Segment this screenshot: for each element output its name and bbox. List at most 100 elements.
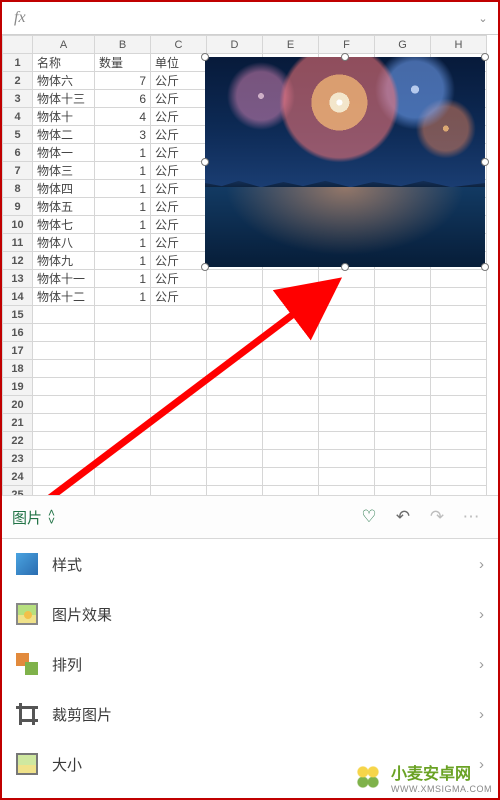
cell[interactable] xyxy=(375,432,431,450)
cell[interactable] xyxy=(33,396,95,414)
cell[interactable] xyxy=(207,396,263,414)
cell[interactable] xyxy=(431,342,487,360)
cell[interactable] xyxy=(431,414,487,432)
cell[interactable]: 6 xyxy=(95,90,151,108)
cell[interactable] xyxy=(207,342,263,360)
cell[interactable] xyxy=(431,468,487,486)
row-header[interactable]: 22 xyxy=(3,432,33,450)
cell[interactable] xyxy=(33,486,95,496)
cell[interactable]: 7 xyxy=(95,72,151,90)
cell[interactable] xyxy=(95,324,151,342)
formula-input[interactable] xyxy=(32,6,474,30)
row-header[interactable]: 6 xyxy=(3,144,33,162)
cell[interactable] xyxy=(207,414,263,432)
cell[interactable]: 1 xyxy=(95,198,151,216)
cell[interactable] xyxy=(375,414,431,432)
cell[interactable] xyxy=(151,396,207,414)
cell[interactable] xyxy=(95,360,151,378)
cell[interactable] xyxy=(151,432,207,450)
table-row[interactable]: 16 xyxy=(3,324,487,342)
cell[interactable]: 物体十三 xyxy=(33,90,95,108)
cell[interactable] xyxy=(375,270,431,288)
row-header[interactable]: 23 xyxy=(3,450,33,468)
ribbon-context-tab[interactable]: 图片 xyxy=(12,507,42,528)
cell[interactable] xyxy=(33,342,95,360)
cell[interactable]: 物体一 xyxy=(33,144,95,162)
cell[interactable]: 1 xyxy=(95,288,151,306)
row-header[interactable]: 25 xyxy=(3,486,33,496)
cell[interactable] xyxy=(207,468,263,486)
resize-handle-tr[interactable] xyxy=(481,53,489,61)
cell[interactable] xyxy=(33,360,95,378)
row-header[interactable]: 19 xyxy=(3,378,33,396)
cell[interactable] xyxy=(263,288,319,306)
cell[interactable] xyxy=(263,270,319,288)
row-header[interactable]: 15 xyxy=(3,306,33,324)
cell[interactable]: 公斤 xyxy=(151,216,207,234)
row-header[interactable]: 16 xyxy=(3,324,33,342)
cell[interactable]: 公斤 xyxy=(151,90,207,108)
cell[interactable] xyxy=(151,342,207,360)
embedded-picture[interactable] xyxy=(205,57,485,267)
cell[interactable]: 1 xyxy=(95,270,151,288)
cell[interactable] xyxy=(375,306,431,324)
cell[interactable] xyxy=(95,414,151,432)
table-row[interactable]: 25 xyxy=(3,486,487,496)
table-row[interactable]: 21 xyxy=(3,414,487,432)
cell[interactable]: 物体四 xyxy=(33,180,95,198)
row-header[interactable]: 13 xyxy=(3,270,33,288)
cell[interactable] xyxy=(319,378,375,396)
cell[interactable] xyxy=(151,414,207,432)
row-header[interactable]: 2 xyxy=(3,72,33,90)
redo-icon[interactable]: ↷ xyxy=(420,507,454,527)
row-header[interactable]: 7 xyxy=(3,162,33,180)
cell[interactable]: 公斤 xyxy=(151,126,207,144)
cell[interactable] xyxy=(319,468,375,486)
cell[interactable] xyxy=(375,378,431,396)
cell[interactable] xyxy=(375,342,431,360)
cell[interactable]: 公斤 xyxy=(151,252,207,270)
cell[interactable] xyxy=(431,378,487,396)
cell[interactable]: 3 xyxy=(95,126,151,144)
row-header[interactable]: 14 xyxy=(3,288,33,306)
cell[interactable] xyxy=(431,450,487,468)
cell[interactable] xyxy=(207,360,263,378)
cell[interactable] xyxy=(375,486,431,496)
cell[interactable] xyxy=(95,306,151,324)
cell[interactable] xyxy=(207,306,263,324)
cell[interactable] xyxy=(33,432,95,450)
cell[interactable]: 公斤 xyxy=(151,180,207,198)
cell[interactable]: 物体三 xyxy=(33,162,95,180)
cell[interactable]: 4 xyxy=(95,108,151,126)
cell[interactable]: 公斤 xyxy=(151,72,207,90)
cell[interactable] xyxy=(95,468,151,486)
cell[interactable] xyxy=(33,306,95,324)
cell[interactable] xyxy=(95,378,151,396)
cell[interactable]: 公斤 xyxy=(151,234,207,252)
cell[interactable] xyxy=(263,486,319,496)
cell[interactable]: 物体九 xyxy=(33,252,95,270)
cell[interactable] xyxy=(431,396,487,414)
formula-expand-icon[interactable]: ⌄ xyxy=(474,12,492,25)
cell[interactable]: 1 xyxy=(95,180,151,198)
cell[interactable] xyxy=(319,432,375,450)
cell[interactable] xyxy=(151,360,207,378)
cell[interactable] xyxy=(375,288,431,306)
cell[interactable] xyxy=(319,342,375,360)
col-header[interactable]: E xyxy=(263,36,319,54)
cell[interactable] xyxy=(151,450,207,468)
table-row[interactable]: 19 xyxy=(3,378,487,396)
cell[interactable] xyxy=(151,378,207,396)
cell[interactable]: 物体二 xyxy=(33,126,95,144)
cell[interactable] xyxy=(431,486,487,496)
cell[interactable] xyxy=(207,486,263,496)
cell[interactable]: 物体五 xyxy=(33,198,95,216)
cell[interactable]: 公斤 xyxy=(151,144,207,162)
cell[interactable]: 物体十二 xyxy=(33,288,95,306)
table-row[interactable]: 15 xyxy=(3,306,487,324)
row-header[interactable]: 18 xyxy=(3,360,33,378)
cell[interactable] xyxy=(33,414,95,432)
cell[interactable] xyxy=(263,396,319,414)
col-header[interactable]: D xyxy=(207,36,263,54)
cell[interactable] xyxy=(431,360,487,378)
